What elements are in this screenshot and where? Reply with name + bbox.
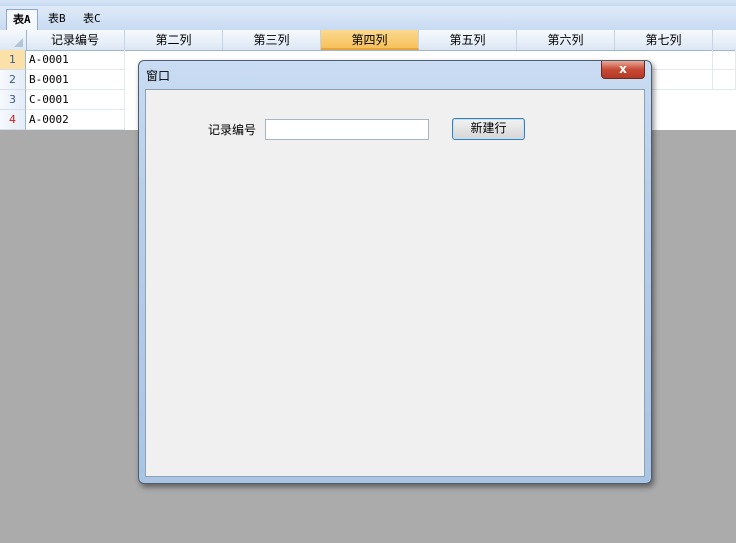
table-cell[interactable] [652,70,713,90]
new-row-button[interactable]: 新建行 [452,118,525,140]
column-header-1[interactable]: 记录编号 [26,30,125,50]
table-cell[interactable]: C-0001 [26,90,125,110]
column-header-6[interactable]: 第六列 [517,30,615,50]
dialog-title: 窗口 [146,69,171,83]
sheet-tab-bar: 表A 表B 表C [0,6,736,31]
row-header-3[interactable]: 3 [0,90,26,110]
table-cell[interactable]: B-0001 [26,70,125,90]
close-button[interactable]: x [601,61,645,79]
tab-sheet-a[interactable]: 表A [6,9,38,30]
table-cell[interactable] [652,50,713,70]
column-header-4[interactable]: 第四列 [321,30,419,50]
table-cell[interactable] [713,50,736,70]
column-header-2[interactable]: 第二列 [125,30,223,50]
column-header-7[interactable]: 第七列 [615,30,713,50]
table-cell[interactable] [713,70,736,90]
row-header-2[interactable]: 2 [0,70,26,90]
row-header-1[interactable]: 1 [0,50,26,70]
column-header-row: 记录编号 第二列 第三列 第四列 第五列 第六列 第七列 [0,30,736,51]
dialog-client-area: 记录编号 新建行 [145,89,645,477]
row-header-4[interactable]: 4 [0,110,26,130]
tab-sheet-c[interactable]: 表C [77,9,107,29]
table-cell[interactable]: A-0002 [26,110,125,130]
column-header-5[interactable]: 第五列 [419,30,517,50]
record-id-label: 记录编号 [208,123,257,137]
record-id-input[interactable] [265,119,429,140]
table-cell[interactable]: A-0001 [26,50,125,70]
column-header-3[interactable]: 第三列 [223,30,321,50]
dialog-window: 窗口 x 记录编号 新建行 [138,60,652,484]
corner-triangle-icon [14,38,23,47]
tab-sheet-b[interactable]: 表B [42,9,72,29]
close-icon: x [619,62,627,76]
select-all-corner[interactable] [0,30,27,50]
